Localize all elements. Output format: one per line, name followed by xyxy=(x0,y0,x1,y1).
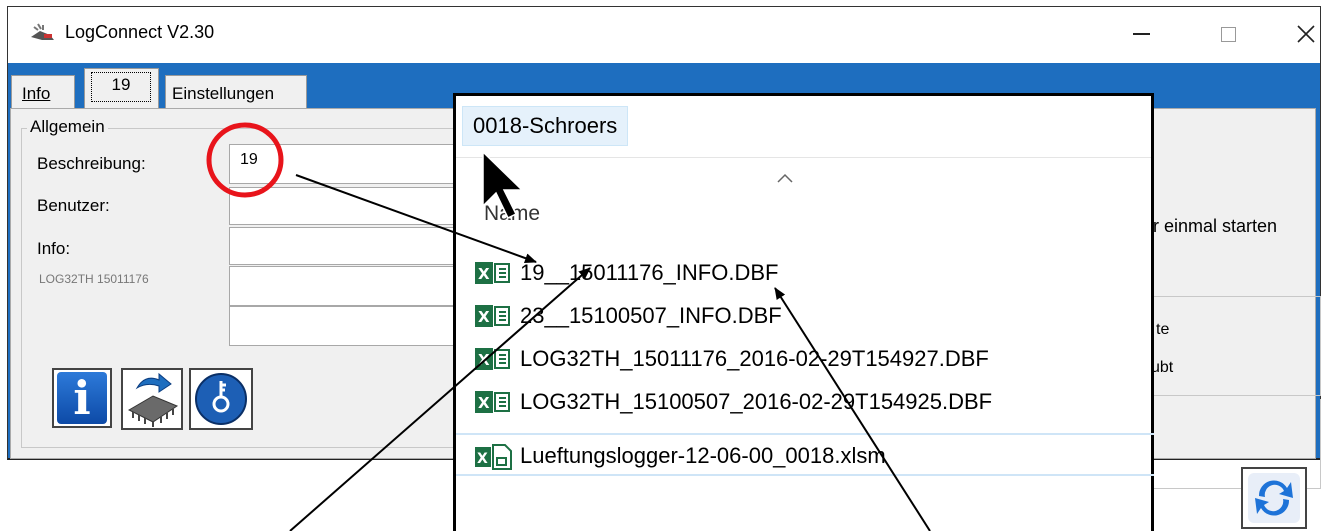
app-logo-icon xyxy=(31,23,54,40)
excel-icon: X xyxy=(475,348,510,370)
tab-19[interactable]: 19 xyxy=(84,68,159,108)
key-icon xyxy=(195,373,247,425)
minimize-icon xyxy=(1132,33,1150,35)
excel-icon: X xyxy=(475,305,510,327)
right-option-text-1: te xyxy=(1156,321,1170,338)
maximize-button[interactable] xyxy=(1208,17,1248,51)
info-label: Info: xyxy=(37,239,71,258)
tab-info-label: Info xyxy=(22,84,51,103)
svg-text:X: X xyxy=(478,308,490,326)
file-explorer-panel: 0018-Schroers Name X 19__15011176_INFO.D… xyxy=(453,93,1154,531)
device-id-text: LOG32TH 15011176 xyxy=(39,272,149,286)
right-option-text-2: ubt xyxy=(1151,359,1174,376)
tab-einstellungen-label: Einstellungen xyxy=(172,84,275,103)
info-button[interactable]: i xyxy=(52,368,112,428)
autostart-text: r einmal starten xyxy=(1153,216,1278,236)
file-name: Lueftungslogger-12-06-00_0018.xlsm xyxy=(520,443,886,468)
excel-icon: X xyxy=(475,262,510,284)
description-label: Beschreibung: xyxy=(37,154,146,173)
file-name: LOG32TH_15011176_2016-02-29T154927.DBF xyxy=(520,346,989,371)
chip-transfer-icon xyxy=(127,372,179,427)
key-button[interactable] xyxy=(189,368,253,430)
file-row[interactable]: X Lueftungslogger-12-06-00_0018.xlsm xyxy=(456,433,1154,476)
file-row[interactable]: X 23__15100507_INFO.DBF xyxy=(456,295,1154,338)
title-bar: LogConnect V2.30 xyxy=(8,7,1320,63)
tab-einstellungen[interactable]: Einstellungen xyxy=(165,75,307,108)
svg-text:X: X xyxy=(478,351,490,369)
chip-transfer-button[interactable] xyxy=(121,368,183,430)
minimize-button[interactable] xyxy=(1121,17,1161,51)
folder-breadcrumb[interactable]: 0018-Schroers xyxy=(462,106,629,146)
maximize-icon xyxy=(1220,26,1236,42)
refresh-button[interactable] xyxy=(1241,467,1307,529)
right-group-box xyxy=(1141,296,1321,396)
excel-icon: X xyxy=(475,391,510,413)
svg-text:X: X xyxy=(477,451,488,467)
name-column-header[interactable]: Name xyxy=(484,202,540,226)
info-icon: i xyxy=(57,372,107,424)
sort-ascending-icon[interactable] xyxy=(776,172,794,184)
file-row[interactable]: X 19__15011176_INFO.DBF xyxy=(456,252,1154,295)
close-icon xyxy=(1297,25,1315,43)
file-row[interactable]: X LOG32TH_15011176_2016-02-29T154927.DBF xyxy=(456,338,1154,381)
group-title: Allgemein xyxy=(27,117,108,137)
file-name: 23__15100507_INFO.DBF xyxy=(520,303,782,328)
tab-info[interactable]: Info xyxy=(11,75,75,108)
divider xyxy=(456,157,1151,158)
user-label: Benutzer: xyxy=(37,196,110,215)
close-button[interactable] xyxy=(1286,17,1321,51)
excel-macro-icon: X xyxy=(475,444,512,470)
file-name: LOG32TH_15100507_2016-02-29T154925.DBF xyxy=(520,389,993,414)
window-title: LogConnect V2.30 xyxy=(65,22,215,42)
file-row[interactable]: X LOG32TH_15100507_2016-02-29T154925.DBF xyxy=(456,381,1154,424)
svg-text:X: X xyxy=(478,265,490,283)
tab-19-label: 19 xyxy=(91,72,151,102)
svg-text:X: X xyxy=(478,394,490,412)
refresh-icon xyxy=(1248,473,1300,523)
file-name: 19__15011176_INFO.DBF xyxy=(520,260,779,285)
